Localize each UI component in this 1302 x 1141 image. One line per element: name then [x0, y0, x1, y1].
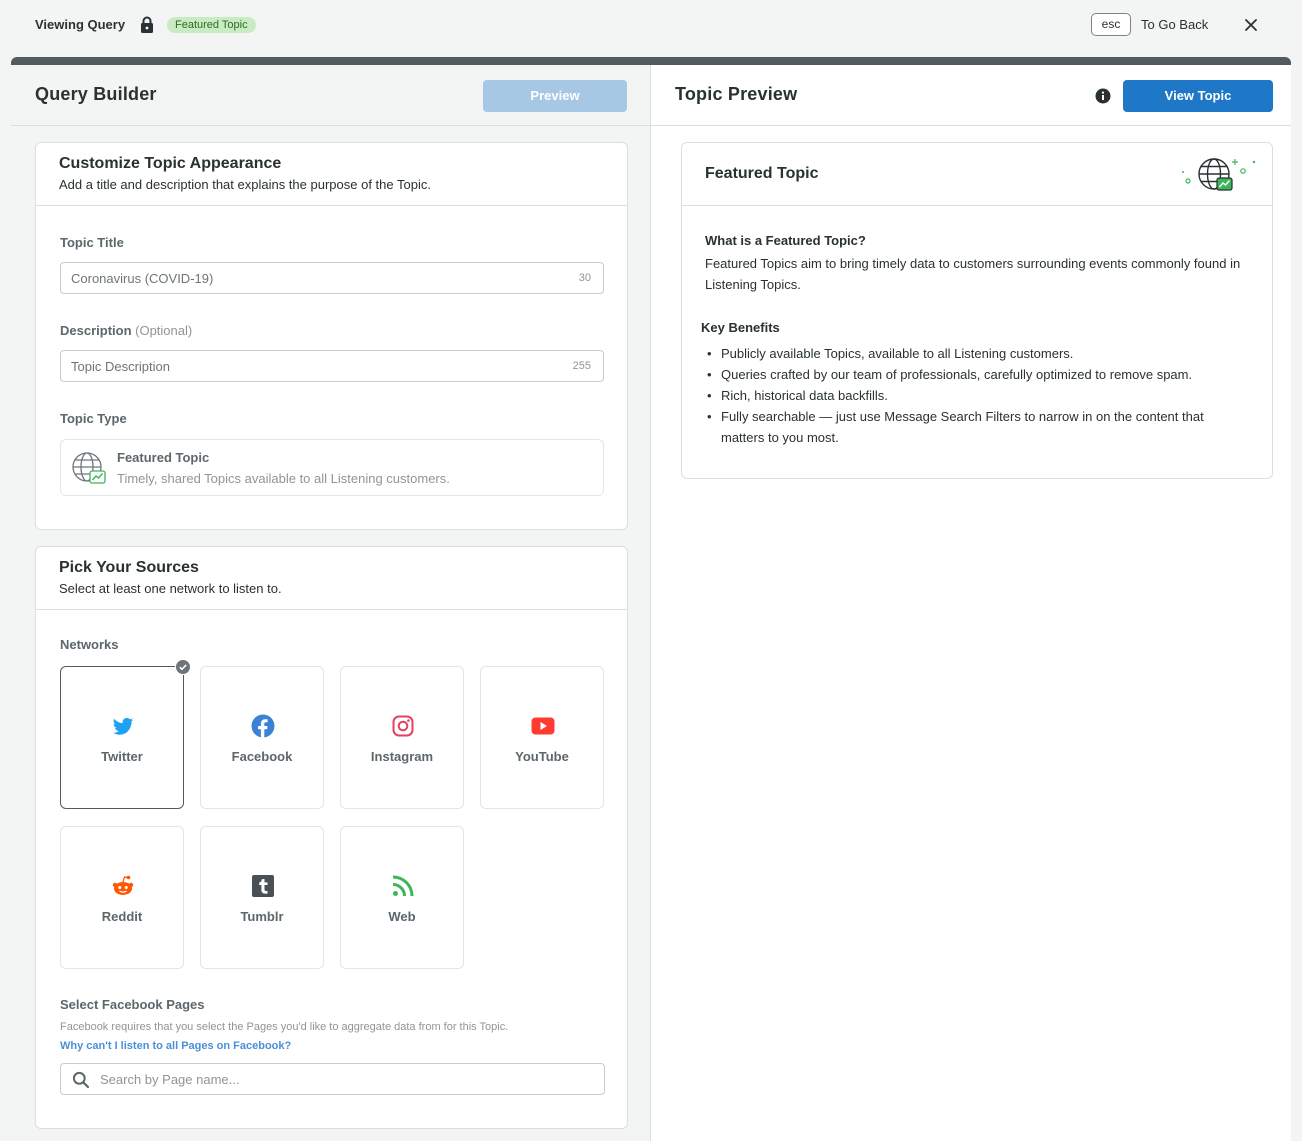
- preview-button[interactable]: Preview: [483, 80, 627, 112]
- card-title: Pick Your Sources: [59, 559, 199, 576]
- network-label: Twitter: [101, 749, 143, 764]
- card-subtitle: Add a title and description that explain…: [59, 177, 431, 192]
- facebook-pages-title: Select Facebook Pages: [60, 997, 205, 1012]
- description-input[interactable]: Topic Description 255: [60, 350, 604, 382]
- network-label: Tumblr: [240, 909, 284, 924]
- card-subtitle: Select at least one network to listen to…: [59, 581, 282, 596]
- esc-key-hint[interactable]: esc: [1091, 13, 1131, 36]
- preview-card-title: Featured Topic: [705, 165, 819, 182]
- network-label: Instagram: [370, 749, 434, 764]
- topic-type-description: Timely, shared Topics available to all L…: [117, 471, 450, 486]
- network-tile-twitter[interactable]: Twitter: [60, 659, 191, 809]
- query-builder-pane: Query Builder Preview Customize Topic Ap…: [11, 65, 651, 1141]
- topic-preview-header: Topic Preview View Topic: [651, 65, 1291, 126]
- card-header: Pick Your Sources Select at least one ne…: [36, 547, 627, 610]
- description-label-text: Description: [60, 323, 132, 338]
- network-tile-facebook[interactable]: Facebook: [200, 666, 324, 809]
- key-benefits-title: Key Benefits: [701, 320, 780, 335]
- preview-question: What is a Featured Topic?: [705, 233, 866, 248]
- top-bar: Viewing Query Featured Topic esc To Go B…: [0, 0, 1302, 50]
- go-back-label: To Go Back: [1141, 17, 1209, 32]
- globe-chart-icon: [72, 452, 106, 484]
- card-title: Customize Topic Appearance: [59, 155, 282, 172]
- close-icon[interactable]: [1241, 15, 1261, 35]
- network-tile-reddit[interactable]: Reddit: [60, 826, 184, 969]
- viewing-query-title: Viewing Query: [35, 17, 126, 32]
- network-tile-instagram[interactable]: Instagram: [340, 666, 464, 809]
- topic-type-option: Featured Topic Timely, shared Topics ava…: [60, 439, 604, 496]
- network-tile-tumblr[interactable]: Tumblr: [200, 826, 324, 969]
- network-label: Web: [388, 909, 416, 924]
- customize-appearance-card: Customize Topic Appearance Add a title a…: [35, 142, 628, 530]
- topic-type-label: Topic Type: [60, 411, 127, 426]
- query-builder-title: Query Builder: [35, 84, 157, 104]
- facebook-icon: [251, 714, 275, 738]
- query-builder-header: Query Builder Preview: [11, 65, 650, 126]
- key-benefits-list: Publicly available Topics, available to …: [707, 343, 1247, 448]
- network-tile-web[interactable]: Web: [340, 826, 464, 969]
- youtube-icon: [531, 717, 555, 735]
- page-search-input[interactable]: Search by Page name...: [60, 1063, 605, 1095]
- char-counter: 255: [572, 360, 591, 372]
- network-label: Reddit: [101, 909, 143, 924]
- card-header: Featured Topic: [682, 143, 1272, 206]
- topic-preview-title: Topic Preview: [675, 84, 798, 104]
- list-item: Publicly available Topics, available to …: [707, 343, 1247, 364]
- featured-topic-badge: Featured Topic: [167, 17, 256, 33]
- networks-label: Networks: [60, 637, 119, 652]
- search-icon: [72, 1071, 90, 1089]
- list-item: Fully searchable — just use Message Sear…: [707, 406, 1247, 448]
- rss-icon: [392, 875, 414, 897]
- facebook-pages-link[interactable]: Why can't I listen to all Pages on Faceb…: [60, 1040, 291, 1052]
- info-icon[interactable]: [1095, 88, 1111, 104]
- pick-sources-card: Pick Your Sources Select at least one ne…: [35, 546, 628, 1129]
- tumblr-icon: [252, 875, 274, 897]
- list-item: Rich, historical data backfills.: [707, 385, 1247, 406]
- search-placeholder: Search by Page name...: [100, 1072, 240, 1087]
- preview-description: Featured Topics aim to bring timely data…: [705, 256, 1241, 292]
- topic-title-input[interactable]: Coronavirus (COVID-19) 30: [60, 262, 604, 294]
- network-label: YouTube: [515, 749, 569, 764]
- main-frame: Query Builder Preview Customize Topic Ap…: [11, 57, 1291, 1141]
- check-circle-icon: [175, 659, 191, 675]
- topic-title-label: Topic Title: [60, 235, 124, 250]
- view-topic-button[interactable]: View Topic: [1123, 80, 1273, 112]
- twitter-icon: [112, 717, 134, 735]
- list-item: Queries crafted by our team of professio…: [707, 364, 1247, 385]
- topic-preview-pane: Topic Preview View Topic Featured Topic: [651, 65, 1291, 1141]
- facebook-pages-help: Facebook requires that you select the Pa…: [60, 1021, 509, 1033]
- lock-icon: [141, 16, 153, 33]
- instagram-icon: [392, 715, 414, 737]
- network-tile-youtube[interactable]: YouTube: [480, 666, 604, 809]
- char-counter: 30: [578, 272, 591, 284]
- card-header: Customize Topic Appearance Add a title a…: [36, 143, 627, 206]
- network-label: Facebook: [231, 749, 293, 764]
- optional-hint: (Optional): [135, 323, 193, 338]
- topic-type-name: Featured Topic: [117, 450, 210, 465]
- description-label: Description (Optional): [60, 323, 192, 338]
- reddit-icon: [112, 875, 134, 895]
- globe-chart-icon: [1182, 158, 1256, 191]
- description-placeholder: Topic Description: [71, 359, 170, 374]
- topic-title-value: Coronavirus (COVID-19): [71, 271, 214, 286]
- featured-topic-preview-card: Featured Topic What is a Featured Topic?…: [681, 142, 1273, 479]
